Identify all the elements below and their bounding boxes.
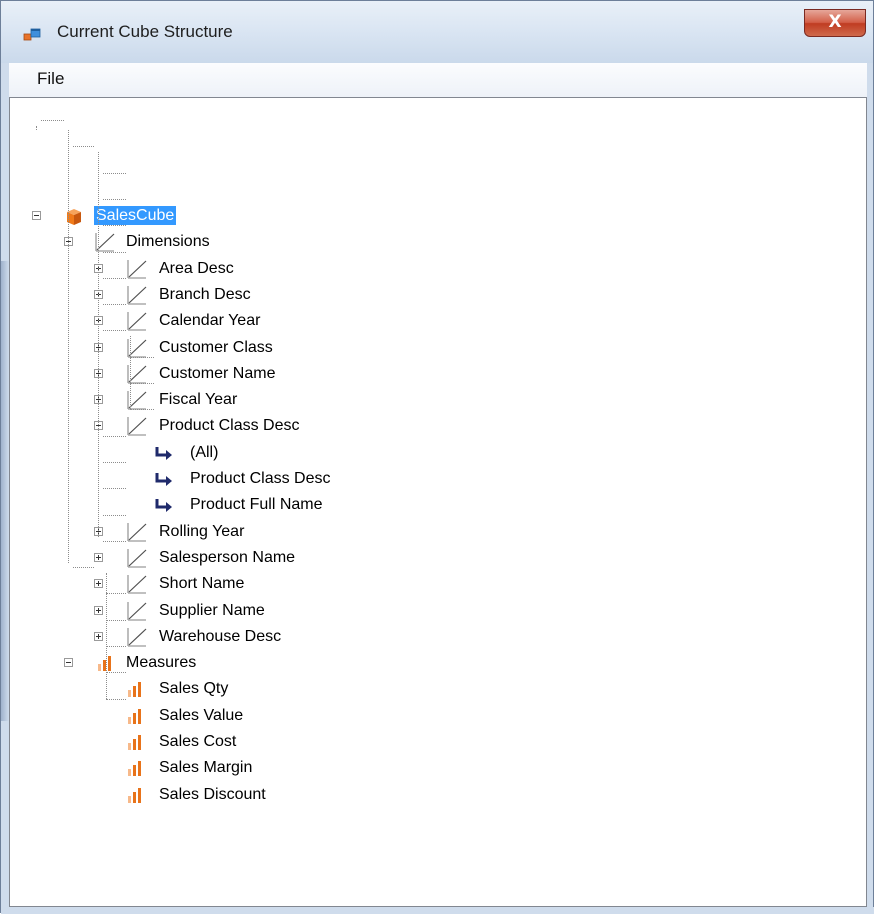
tree-connector — [106, 619, 126, 621]
tree-node-dimension[interactable]: Calendar Year — [159, 311, 260, 330]
dimension-icon — [127, 627, 147, 647]
dimension-icon — [127, 548, 147, 568]
close-button[interactable]: X — [804, 9, 866, 37]
tree-connector — [73, 567, 94, 569]
tree-node-measure[interactable]: Sales Discount — [159, 785, 266, 804]
tree-connector — [103, 251, 126, 253]
tree-node-dimensions[interactable]: Dimensions — [126, 232, 210, 251]
tree-connector — [130, 356, 154, 358]
bar-chart-icon — [128, 682, 141, 698]
tree-connector — [103, 172, 126, 174]
tree-connector — [130, 336, 131, 410]
tree-connector — [103, 540, 126, 542]
tree-node-dimension[interactable]: Salesperson Name — [159, 548, 295, 567]
tree-connector — [103, 304, 126, 306]
tree-connector — [36, 126, 37, 130]
tree-connector — [106, 698, 126, 700]
expand-toggle[interactable] — [94, 631, 103, 641]
dimension-icon — [127, 312, 147, 331]
dimension-icon — [127, 522, 147, 542]
tree-connector — [103, 277, 126, 279]
dimension-icon — [127, 285, 147, 305]
cube-icon — [67, 209, 81, 225]
tree-connector — [103, 435, 126, 437]
bar-chart-icon — [98, 656, 111, 672]
tree-node-measure[interactable]: Sales Margin — [159, 758, 252, 777]
bar-chart-icon — [128, 735, 141, 750]
app-window: Current Cube Structure X File SalesCube … — [0, 0, 874, 914]
tree-connector — [103, 488, 126, 490]
level-arrow-icon — [155, 473, 172, 486]
tree-node-dimension[interactable]: Short Name — [159, 574, 244, 593]
tree-connector — [106, 672, 126, 674]
tree-node-level[interactable]: Product Class Desc — [190, 469, 331, 488]
tree-connector — [130, 383, 154, 384]
tree-connector — [103, 225, 126, 227]
dimension-icon — [127, 575, 147, 594]
tree-connector — [106, 593, 126, 595]
expand-toggle[interactable] — [94, 552, 103, 562]
level-arrow-icon — [155, 446, 172, 460]
expand-toggle[interactable] — [94, 605, 103, 615]
bar-chart-icon — [128, 761, 141, 777]
tree-node-dimension[interactable]: Customer Class — [159, 338, 273, 357]
tree-node-dimension[interactable]: Fiscal Year — [159, 390, 237, 409]
tree-node-level[interactable]: (All) — [190, 443, 218, 462]
cube-tree-view[interactable]: SalesCube Dimensions Area Desc Branch De… — [9, 97, 867, 907]
dimension-icon — [127, 417, 147, 437]
tree-node-dimension[interactable]: Customer Name — [159, 364, 275, 383]
tree-connector — [98, 152, 99, 537]
tree-node-dimension[interactable]: Product Class Desc — [159, 416, 300, 435]
dimension-icon — [127, 259, 147, 279]
tree-node-measure[interactable]: Sales Cost — [159, 732, 236, 751]
tree-node-level[interactable]: Product Full Name — [190, 495, 323, 514]
collapse-toggle[interactable] — [64, 658, 73, 668]
collapse-toggle[interactable] — [32, 211, 41, 220]
tree-connector — [130, 409, 154, 411]
tree-connector — [103, 330, 126, 332]
level-arrow-icon — [155, 499, 172, 513]
tree-node-root[interactable]: SalesCube — [94, 206, 177, 225]
tree-node-dimension[interactable]: Supplier Name — [159, 601, 265, 620]
dimension-icon — [127, 601, 147, 621]
tree-node-dimension[interactable]: Rolling Year — [159, 522, 244, 541]
tree-node-measure[interactable]: Sales Qty — [159, 679, 228, 698]
bar-chart-icon — [128, 787, 141, 803]
expand-toggle[interactable] — [94, 579, 103, 589]
tree-connector — [73, 146, 94, 148]
window-edge-accent — [1, 261, 9, 721]
tree-connector — [106, 646, 126, 647]
menu-file[interactable]: File — [33, 69, 68, 89]
tree-connector — [41, 120, 64, 121]
window-app-icon — [23, 28, 41, 41]
tree-connector — [103, 514, 126, 516]
title-bar[interactable]: Current Cube Structure X — [1, 1, 873, 63]
bar-chart-icon — [128, 708, 141, 724]
tree-node-measures[interactable]: Measures — [126, 653, 196, 672]
tree-node-dimension[interactable]: Area Desc — [159, 259, 234, 278]
tree-connector — [103, 461, 126, 463]
tree-node-dimension[interactable]: Warehouse Desc — [159, 627, 281, 646]
window-title: Current Cube Structure — [57, 22, 233, 41]
tree-connector — [68, 130, 69, 564]
menu-bar: File — [9, 63, 867, 98]
tree-connector — [106, 573, 107, 699]
tree-node-measure[interactable]: Sales Value — [159, 706, 243, 725]
tree-connector — [103, 198, 126, 200]
tree-node-dimension[interactable]: Branch Desc — [159, 285, 251, 304]
